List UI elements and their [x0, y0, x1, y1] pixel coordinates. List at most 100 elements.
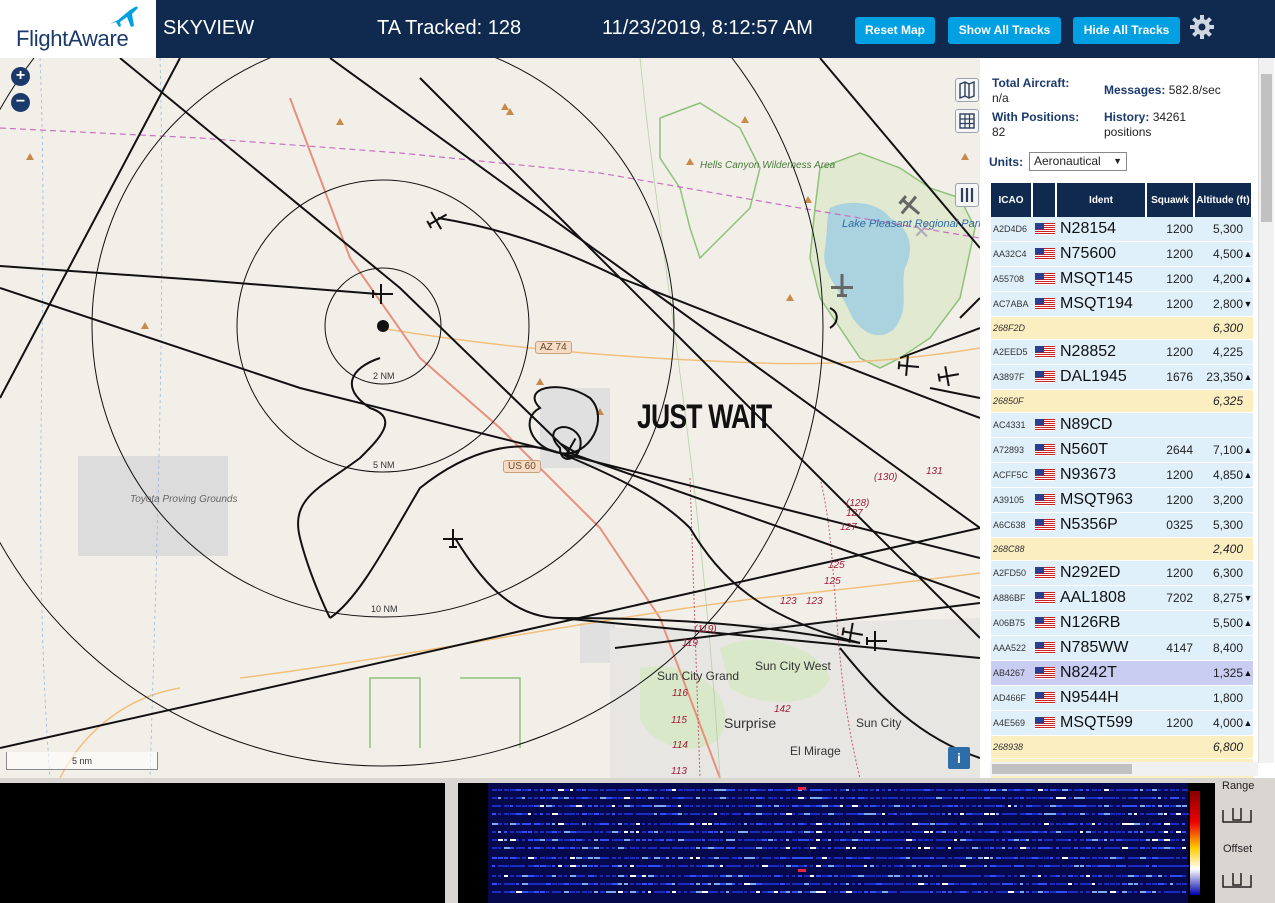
- aircraft-row[interactable]: AB4267 N8242T 1,325 ▲: [991, 661, 1253, 686]
- aircraft-row[interactable]: A55708 MSQT145 1200 4,200 ▲: [991, 267, 1253, 292]
- aircraft-row[interactable]: 268C88 2,400: [991, 538, 1253, 561]
- aircraft-row[interactable]: 26850F 6,325: [991, 390, 1253, 413]
- aircraft-row[interactable]: A39105 MSQT963 1200 3,200: [991, 488, 1253, 513]
- reset-map-button[interactable]: Reset Map: [855, 17, 935, 44]
- place-sun-city-grand: Sun City Grand: [657, 669, 740, 683]
- col-header-altitude[interactable]: Altitude (ft): [1195, 183, 1253, 217]
- zoom-out-button[interactable]: −: [11, 93, 30, 112]
- total-aircraft-label: Total Aircraft:: [992, 76, 1070, 90]
- us-flag-icon: [1035, 567, 1055, 579]
- units-select[interactable]: Aeronautical ▼: [1029, 152, 1127, 171]
- squawk-cell: 1676: [1166, 370, 1193, 384]
- waterfall-plot: [488, 783, 1200, 903]
- sidebar-horizontal-scrollbar[interactable]: [990, 762, 1258, 776]
- map-layers-button[interactable]: [955, 78, 979, 102]
- aircraft-row[interactable]: A3897F DAL1945 1676 23,350 ▲: [991, 365, 1253, 390]
- altitude-cell: 23,350: [1206, 370, 1243, 384]
- show-all-tracks-button[interactable]: Show All Tracks: [948, 17, 1061, 44]
- altitude-trend-icon: ▲: [1243, 445, 1253, 455]
- icao-cell: 26850F: [993, 396, 1024, 406]
- altitude-trend-icon: ▲: [1243, 372, 1253, 382]
- range-slider[interactable]: [1221, 806, 1253, 826]
- icao-cell: 268F2D: [993, 323, 1026, 333]
- us-flag-icon: [1035, 617, 1055, 629]
- icao-cell: AAA522: [993, 643, 1027, 653]
- ident-cell: N9544H: [1060, 689, 1119, 706]
- aircraft-row[interactable]: A886BF AAL1808 7202 8,275 ▼: [991, 586, 1253, 611]
- aircraft-row[interactable]: A2EED5 N28852 1200 4,225: [991, 340, 1253, 365]
- hide-all-tracks-button[interactable]: Hide All Tracks: [1073, 17, 1180, 44]
- aircraft-row[interactable]: AD466F N9544H 1,800: [991, 686, 1253, 711]
- ident-cell: MSQT963: [1060, 491, 1133, 508]
- altitude-trend-icon: ▲: [1243, 668, 1253, 678]
- route-number: 131: [926, 466, 943, 477]
- altitude-cell: 8,400: [1212, 641, 1243, 655]
- logo-text: FlightAware: [16, 26, 129, 51]
- aircraft-row[interactable]: ACFF5C N93673 1200 4,850 ▲: [991, 463, 1253, 488]
- map-view[interactable]: 2 NM 5 NM 10 NM Hells Canyon Wilderness …: [0, 58, 980, 778]
- place-hells-canyon: Hells Canyon Wilderness Area: [700, 160, 836, 171]
- squawk-cell: 1200: [1166, 493, 1193, 507]
- squawk-cell: 4147: [1166, 641, 1193, 655]
- aircraft-row[interactable]: 268F2D 6,300: [991, 317, 1253, 340]
- aircraft-row[interactable]: A06B75 N126RB 5,500 ▲: [991, 611, 1253, 636]
- history-label: History:: [1104, 110, 1150, 124]
- offset-slider[interactable]: [1221, 871, 1253, 891]
- route-number: 125: [824, 576, 841, 587]
- aircraft-row[interactable]: AC4331 N89CD: [991, 413, 1253, 438]
- aircraft-row[interactable]: A2D4D6 N28154 1200 5,300: [991, 217, 1253, 242]
- altitude-trend-icon: ▼: [1243, 593, 1253, 603]
- route-number: 114: [672, 740, 688, 751]
- aircraft-row[interactable]: A2FD50 N292ED 1200 6,300: [991, 561, 1253, 586]
- altitude-trend-icon: ▲: [1243, 470, 1253, 480]
- col-header-flag[interactable]: [1033, 183, 1057, 217]
- map-info-button[interactable]: i: [948, 747, 970, 769]
- altitude-cell: 2,800: [1212, 297, 1243, 311]
- map-icon: [959, 80, 975, 100]
- squawk-cell: 1200: [1166, 272, 1193, 286]
- scrollbar-thumb[interactable]: [1261, 74, 1272, 222]
- flag-cell: [1035, 717, 1059, 729]
- us-flag-icon: [1035, 223, 1055, 235]
- aircraft-table-header: ICAO Ident Squawk Altitude (ft): [991, 183, 1253, 217]
- col-header-icao[interactable]: ICAO: [991, 183, 1033, 217]
- zoom-in-button[interactable]: +: [11, 67, 30, 86]
- icao-cell: A6C638: [993, 520, 1026, 530]
- aircraft-row[interactable]: AC7ABA MSQT194 1200 2,800 ▼: [991, 292, 1253, 317]
- grid-toggle-button[interactable]: [955, 109, 979, 133]
- flag-cell: [1035, 419, 1059, 431]
- altitude-cell: 5,300: [1212, 222, 1243, 236]
- us-flag-icon: [1035, 717, 1055, 729]
- flag-cell: [1035, 444, 1059, 456]
- place-sun-city-west: Sun City West: [755, 659, 831, 673]
- aircraft-table-body: A2D4D6 N28154 1200 5,300 AA32C4 N75600 1200 4,5…: [991, 217, 1253, 782]
- us-flag-icon: [1035, 469, 1055, 481]
- scrollbar-thumb[interactable]: [992, 764, 1132, 774]
- col-header-squawk[interactable]: Squawk: [1147, 183, 1195, 217]
- icao-cell: AC7ABA: [993, 299, 1029, 309]
- altitude-cell: 2,400: [1212, 542, 1243, 556]
- ident-cell: N89CD: [1060, 416, 1113, 433]
- flightaware-logo[interactable]: FlightAware: [0, 0, 156, 58]
- aircraft-row[interactable]: AAA522 N785WW 4147 8,400: [991, 636, 1253, 661]
- aircraft-row[interactable]: A6C638 N5356P 0325 5,300: [991, 513, 1253, 538]
- columns-toggle-button[interactable]: [955, 183, 979, 207]
- aircraft-row[interactable]: 268938 6,800: [991, 736, 1253, 759]
- flag-cell: [1035, 567, 1059, 579]
- aircraft-row[interactable]: A72893 N560T 2644 7,100 ▲: [991, 438, 1253, 463]
- route-number: 127: [846, 508, 863, 519]
- ident-cell: AAL1808: [1060, 589, 1126, 606]
- us-flag-icon: [1035, 642, 1055, 654]
- icao-cell: ACFF5C: [993, 470, 1029, 480]
- aircraft-row[interactable]: AA32C4 N75600 1200 4,500 ▲: [991, 242, 1253, 267]
- us-flag-icon: [1035, 248, 1055, 260]
- flag-cell: [1035, 273, 1059, 285]
- gear-icon[interactable]: [1189, 14, 1215, 40]
- sidebar-vertical-scrollbar[interactable]: [1258, 58, 1274, 763]
- altitude-cell: 6,300: [1212, 321, 1243, 335]
- icao-cell: A2D4D6: [993, 224, 1028, 234]
- altitude-cell: 3,200: [1212, 493, 1243, 507]
- aircraft-row[interactable]: A4E569 MSQT599 1200 4,000 ▲: [991, 711, 1253, 736]
- range-label: Range: [1222, 780, 1255, 792]
- col-header-ident[interactable]: Ident: [1057, 183, 1147, 217]
